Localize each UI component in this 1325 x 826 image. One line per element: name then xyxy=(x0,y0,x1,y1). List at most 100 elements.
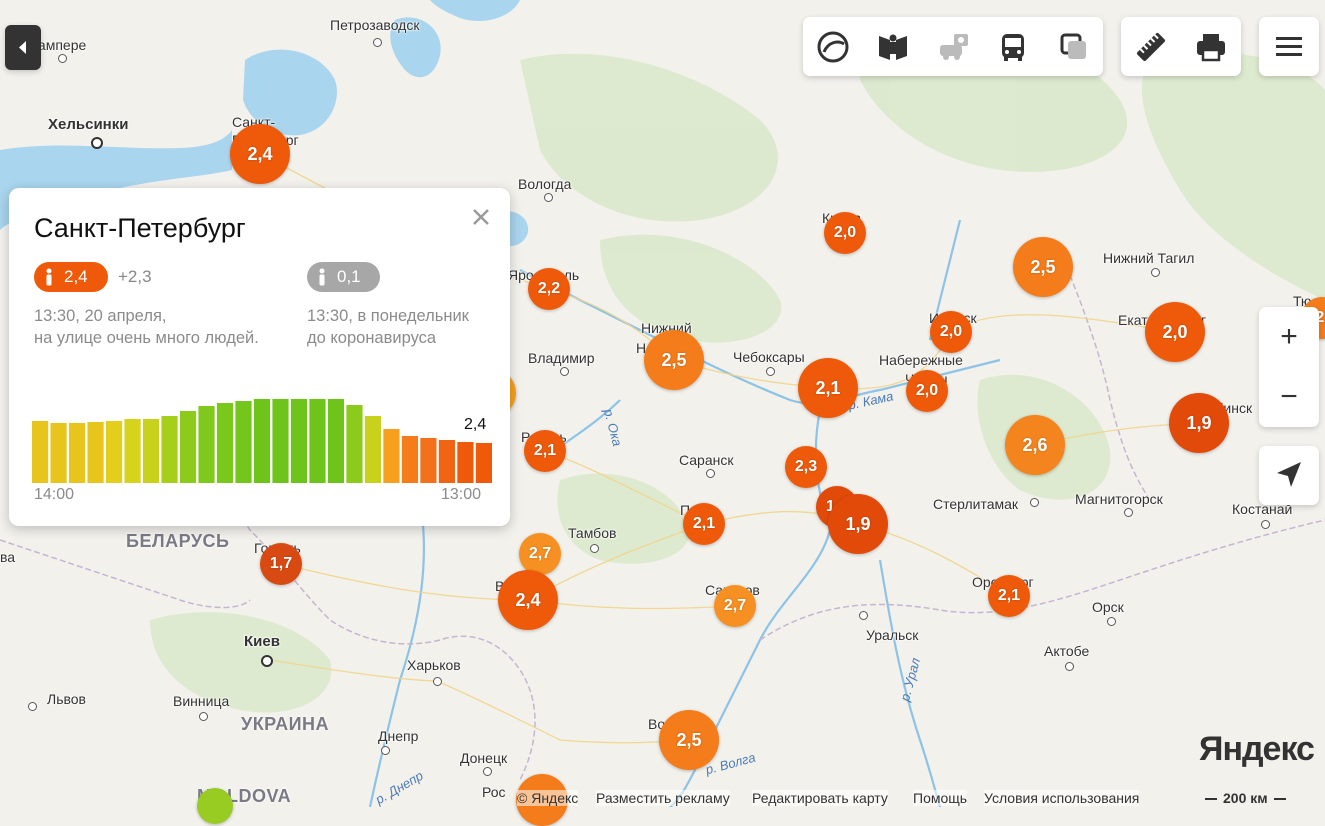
chart-bar[interactable] xyxy=(50,423,67,483)
city-label[interactable]: Магнитогорск xyxy=(1075,491,1163,507)
chevron-left-icon xyxy=(19,41,26,54)
chart-bar[interactable] xyxy=(142,419,160,483)
city-label[interactable]: Вологда xyxy=(518,176,571,192)
chart-bar[interactable] xyxy=(346,405,363,483)
collapse-panel-button[interactable] xyxy=(5,25,41,70)
activity-marker[interactable]: 2,5 xyxy=(1013,237,1073,297)
activity-marker[interactable]: 2,0 xyxy=(906,370,948,412)
city-label[interactable]: Петрозаводск xyxy=(330,17,419,33)
city-label[interactable]: Тамбов xyxy=(568,525,616,541)
chart-bar[interactable] xyxy=(87,422,104,483)
city-label[interactable]: Чебоксары xyxy=(733,349,805,365)
current-description: 13:30, 20 апреля, на улице очень много л… xyxy=(34,305,259,349)
current-index-value: 2,4 xyxy=(64,267,88,286)
city-label[interactable]: Владимир xyxy=(528,350,595,366)
city-dot xyxy=(706,469,715,478)
activity-marker[interactable]: 2,2 xyxy=(528,268,570,310)
city-label[interactable]: Днепр xyxy=(378,728,418,744)
city-label[interactable]: Стерлитамак xyxy=(933,496,1018,512)
city-label[interactable]: ва xyxy=(0,549,15,565)
activity-marker[interactable]: 2,0 xyxy=(824,212,866,254)
activity-marker[interactable]: 2,5 xyxy=(644,330,704,390)
chart-bar[interactable] xyxy=(253,399,271,483)
city-label[interactable]: Актобе xyxy=(1044,643,1089,659)
city-label[interactable]: Винница xyxy=(173,693,229,709)
footer-link-edit[interactable]: Редактировать карту xyxy=(752,790,888,806)
city-label[interactable]: Набережные xyxy=(879,352,963,368)
footer-link-ads[interactable]: Разместить рекламу xyxy=(596,790,730,806)
chart-bar[interactable] xyxy=(272,399,289,483)
parking-icon[interactable] xyxy=(933,27,973,67)
city-label[interactable]: Уральск xyxy=(866,627,918,643)
chart-bar[interactable] xyxy=(32,421,49,483)
transport-icon[interactable] xyxy=(993,27,1033,67)
zoom-in-button[interactable]: + xyxy=(1269,317,1309,357)
chart-bar[interactable] xyxy=(235,401,252,483)
chart-bar[interactable] xyxy=(383,429,400,483)
chart-bar[interactable] xyxy=(420,438,437,483)
chart-bar[interactable] xyxy=(124,419,141,483)
chart-bar[interactable] xyxy=(198,406,215,483)
city-label[interactable]: Донецк xyxy=(460,750,507,766)
layers-toolbar xyxy=(803,17,1103,76)
activity-marker[interactable]: 2,6 xyxy=(1005,415,1065,475)
chart-bar[interactable] xyxy=(105,421,123,483)
satellite-icon[interactable] xyxy=(1053,27,1093,67)
chart-bar[interactable] xyxy=(327,399,345,483)
activity-marker[interactable]: 2,0 xyxy=(930,311,972,353)
activity-marker[interactable]: 2,7 xyxy=(714,585,756,627)
activity-marker[interactable]: 2,1 xyxy=(683,503,725,545)
footer-link-help[interactable]: Помощь xyxy=(913,790,968,806)
activity-marker[interactable]: 2,1 xyxy=(988,575,1030,617)
close-icon[interactable] xyxy=(468,204,494,230)
activity-marker[interactable]: 2,1 xyxy=(524,430,566,472)
city-label[interactable]: Саранск xyxy=(679,452,733,468)
activity-marker[interactable]: 1,9 xyxy=(1169,393,1229,453)
baseline-description: 13:30, в понедельник до коронавируса xyxy=(307,305,469,349)
chart-end-label: 13:00 xyxy=(441,486,482,503)
footer-copyright[interactable]: © Яндекс xyxy=(517,790,579,806)
city-dot xyxy=(560,367,569,376)
city-label[interactable]: Хельсинки xyxy=(48,116,128,133)
activity-marker[interactable]: 2,1 xyxy=(798,358,858,418)
chart-bar[interactable] xyxy=(309,399,326,483)
city-label[interactable]: Львов xyxy=(47,691,86,707)
activity-marker[interactable]: 2,4 xyxy=(498,570,558,630)
activity-marker[interactable]: 1,9 xyxy=(828,494,888,554)
chart-bar[interactable] xyxy=(475,443,492,483)
chart-bar[interactable] xyxy=(179,411,197,483)
yandex-logo[interactable]: Яндекс xyxy=(1199,730,1315,769)
footer-link-terms[interactable]: Условия использования xyxy=(984,790,1140,806)
chart-bar[interactable] xyxy=(161,416,178,483)
chart-bar[interactable] xyxy=(290,399,308,483)
activity-marker[interactable]: 2,5 xyxy=(659,710,719,770)
city-label[interactable]: Нижний Тагил xyxy=(1103,250,1194,266)
activity-marker[interactable]: 2,4 xyxy=(230,124,290,184)
city-label[interactable]: Рос xyxy=(482,784,506,800)
scale-bar: 200 км xyxy=(1205,790,1286,806)
city-dot xyxy=(544,193,553,202)
activity-marker[interactable] xyxy=(197,788,233,824)
city-dot xyxy=(483,767,492,776)
city-label[interactable]: Киев xyxy=(244,633,280,650)
chart-bar[interactable] xyxy=(457,442,474,483)
panorama-icon[interactable] xyxy=(873,27,913,67)
chart-bar[interactable] xyxy=(216,403,234,483)
chart-bar[interactable] xyxy=(68,423,86,483)
ruler-icon[interactable] xyxy=(1131,27,1171,67)
menu-button[interactable] xyxy=(1259,17,1319,76)
activity-marker[interactable]: 2,3 xyxy=(785,446,827,488)
traffic-layer-icon[interactable] xyxy=(813,27,853,67)
zoom-out-button[interactable]: − xyxy=(1269,377,1309,417)
chart-bar[interactable] xyxy=(401,436,419,483)
chart-bar[interactable] xyxy=(364,416,382,483)
city-label[interactable]: Орск xyxy=(1092,599,1124,615)
city-label[interactable]: Харьков xyxy=(407,657,461,673)
activity-marker[interactable]: 2,7 xyxy=(519,533,561,575)
activity-marker[interactable]: 2,0 xyxy=(1145,302,1205,362)
print-icon[interactable] xyxy=(1191,27,1231,67)
chart-bar[interactable] xyxy=(438,440,456,483)
geolocation-button[interactable] xyxy=(1259,446,1319,505)
activity-marker[interactable]: 1,7 xyxy=(260,543,302,585)
current-index-badge: 2,4 xyxy=(34,262,108,292)
